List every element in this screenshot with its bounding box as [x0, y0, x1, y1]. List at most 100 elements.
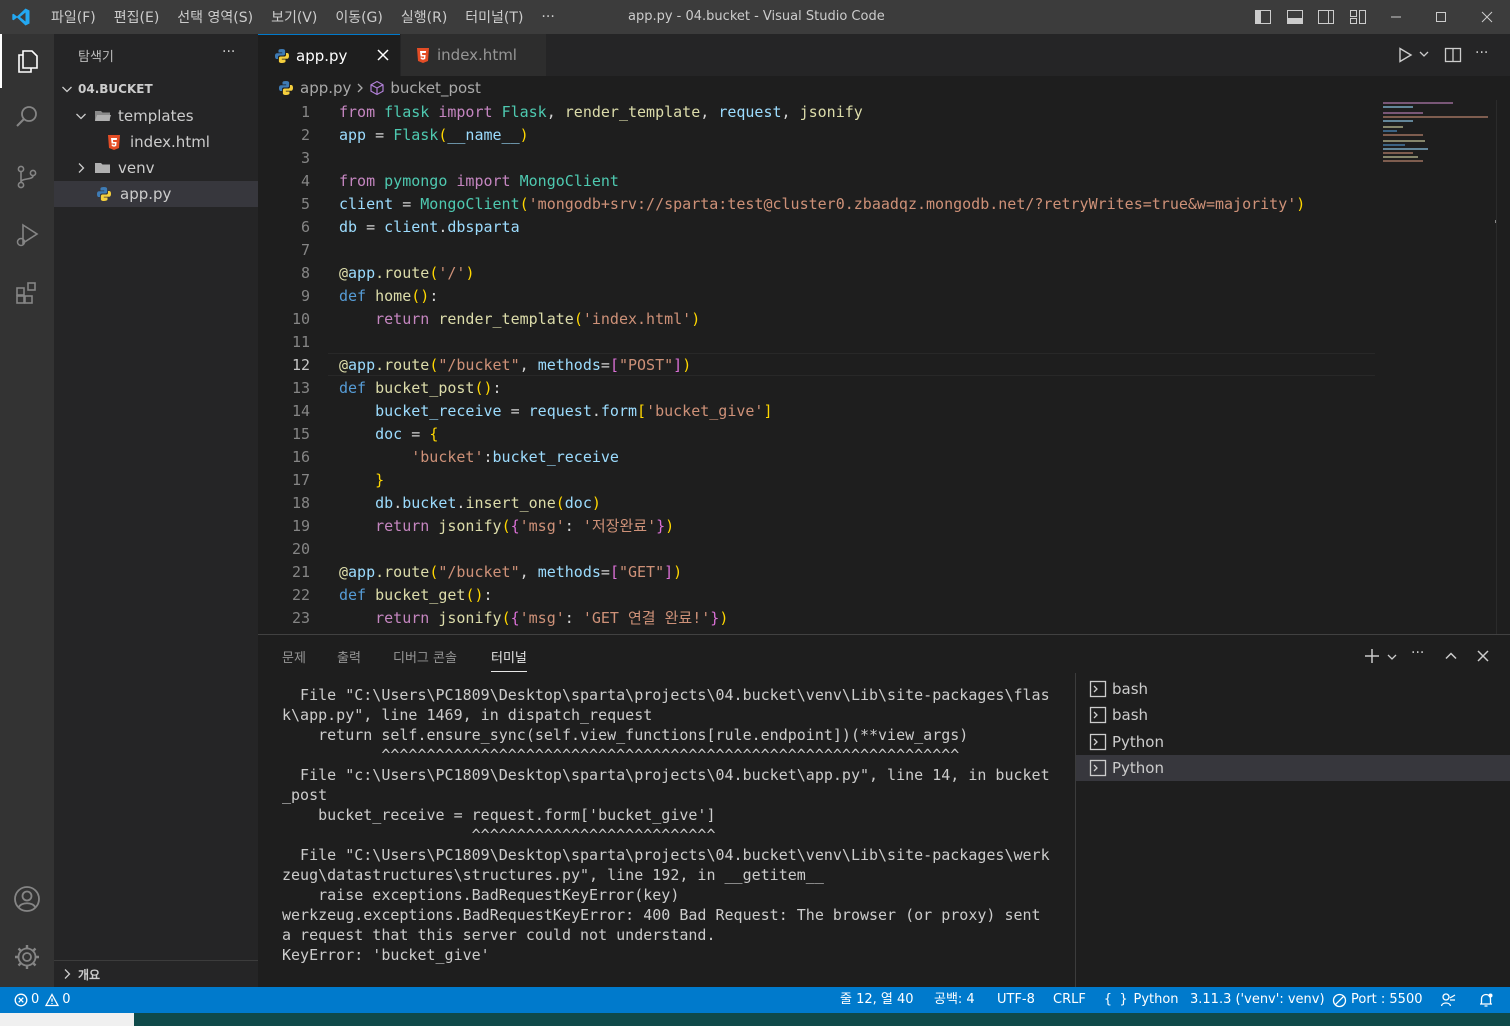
code-line: 12 @app.route("/bucket", methods=["POST"]…	[258, 354, 1498, 377]
accounts-icon[interactable]	[0, 872, 54, 926]
run-debug-icon[interactable]	[0, 208, 54, 262]
tree-item-label: templates	[118, 107, 194, 125]
terminal-tab-bash[interactable]: bash	[1076, 702, 1510, 728]
encoding[interactable]: UTF-8	[997, 987, 1035, 1013]
feedback-icon[interactable]	[1440, 987, 1456, 1013]
terminal-line: File "c:\Users\PC1809\Desktop\sparta\pro…	[282, 766, 1050, 784]
terminal-icon	[1089, 759, 1107, 777]
indentation[interactable]: 공백: 4	[934, 987, 975, 1013]
activity-bar	[0, 34, 54, 987]
tab-debug-console[interactable]: 디버그 콘솔	[393, 647, 457, 666]
split-editor-icon[interactable]	[1443, 45, 1463, 65]
code-line: 23 return jsonify({'msg': 'GET 연결 완료!'})	[258, 607, 1498, 630]
end-of-line[interactable]: CRLF	[1053, 987, 1086, 1013]
terminal-line: raise exceptions.BadRequestKeyError(key)	[282, 886, 680, 904]
close-window-icon[interactable]	[1477, 7, 1497, 27]
line-number: 22	[291, 586, 310, 604]
code-editor[interactable]: 1 from flask import Flask, render_templat…	[258, 100, 1498, 634]
line-number: 9	[300, 287, 310, 305]
tab-output[interactable]: 출력	[337, 647, 361, 666]
terminal-line: k\app.py", line 1469, in dispatch_reques…	[282, 706, 653, 724]
toggle-secondary-sidebar-icon[interactable]	[1316, 7, 1336, 27]
live-server-port[interactable]: Port : 5500	[1332, 987, 1423, 1013]
terminal-tab-bash[interactable]: bash	[1076, 676, 1510, 702]
tree-root-04bucket[interactable]: 04.BUCKET	[54, 76, 258, 102]
outline-label: 개요	[78, 967, 101, 982]
menu-view[interactable]: 보기(V)	[262, 7, 326, 27]
code-line: 21 @app.route("/bucket", methods=["GET"])	[258, 561, 1498, 584]
menu-go[interactable]: 이동(G)	[326, 7, 392, 27]
code-line: 4 from pymongo import MongoClient	[258, 170, 1498, 193]
breadcrumb-file[interactable]: app.py	[300, 79, 351, 97]
tree-item-templates[interactable]: templates	[54, 103, 258, 129]
terminal-line: _post	[282, 786, 328, 804]
code-line: 18 db.bucket.insert_one(doc)	[258, 492, 1498, 515]
toggle-sidebar-icon[interactable]	[1253, 7, 1273, 27]
toggle-panel-icon[interactable]	[1285, 7, 1305, 27]
tree-item-index-html[interactable]: index.html	[54, 129, 258, 155]
maximize-icon[interactable]	[1431, 7, 1451, 27]
menu-terminal[interactable]: 터미널(T)	[456, 7, 532, 27]
code-line: 17 }	[258, 469, 1498, 492]
cursor-position[interactable]: 줄 12, 열 40	[840, 987, 914, 1013]
minimap[interactable]	[1383, 102, 1491, 162]
code-line: 14 bucket_receive = request.form['bucket…	[258, 400, 1498, 423]
tab-index-html[interactable]: index.html	[401, 34, 546, 76]
status-bar: 0 0 줄 12, 열 40 공백: 4 UTF-8 CRLF { } Pyth…	[0, 987, 1510, 1013]
problems-status[interactable]: 0 0	[14, 987, 71, 1013]
code-line: 6 db = client.dbsparta	[258, 216, 1498, 239]
line-number: 12	[291, 356, 310, 374]
run-dropdown-chevron-icon[interactable]	[1418, 48, 1430, 60]
menu-more[interactable]: ···	[532, 9, 563, 25]
editor-tab-bar: app.py index.html ···	[258, 34, 1510, 76]
tree-item-venv[interactable]: venv	[54, 155, 258, 181]
os-taskbar-strip	[0, 1013, 1510, 1026]
settings-gear-icon[interactable]	[0, 930, 54, 984]
vscode-logo-icon	[0, 0, 42, 34]
explorer-icon[interactable]	[0, 34, 54, 88]
close-panel-icon[interactable]	[1476, 649, 1490, 663]
chevron-right-icon	[74, 161, 88, 175]
new-terminal-plus-icon[interactable]	[1364, 648, 1380, 664]
outline-section-header[interactable]: 개요	[54, 961, 258, 987]
extensions-icon[interactable]	[0, 266, 54, 320]
warning-count: 0	[62, 992, 71, 1007]
notifications-bell-icon[interactable]	[1478, 987, 1494, 1013]
editor-more-actions-button[interactable]: ···	[1475, 45, 1488, 61]
menu-selection[interactable]: 선택 영역(S)	[168, 7, 262, 27]
close-tab-icon[interactable]	[376, 48, 390, 62]
python-interpreter[interactable]: 3.11.3 ('venv': venv)	[1190, 987, 1325, 1013]
tab-label: app.py	[296, 46, 348, 65]
sidebar-more-button[interactable]: ···	[222, 44, 235, 60]
terminal-tab-python[interactable]: Python	[1076, 729, 1510, 755]
sidebar-title: 탐색기	[78, 50, 114, 65]
breadcrumb-symbol[interactable]: bucket_post	[390, 79, 480, 97]
menu-run[interactable]: 실행(R)	[392, 7, 456, 27]
search-icon[interactable]	[0, 90, 54, 144]
panel-more-actions-button[interactable]: ···	[1411, 645, 1424, 661]
maximize-panel-chevron-up-icon[interactable]	[1444, 649, 1458, 663]
warning-icon	[45, 993, 60, 1007]
language-mode[interactable]: { } Python	[1104, 987, 1179, 1013]
source-control-icon[interactable]	[0, 150, 54, 204]
explorer-sidebar: 탐색기 ··· 04.BUCKET templates index.html v…	[54, 34, 258, 987]
tab-problems[interactable]: 문제	[282, 647, 306, 666]
customize-layout-icon[interactable]	[1348, 7, 1368, 27]
terminal-icon	[1089, 706, 1107, 724]
terminal-dropdown-chevron-icon[interactable]	[1386, 651, 1398, 663]
tab-app-py[interactable]: app.py	[258, 34, 400, 76]
terminal-line: werkzeug.exceptions.BadRequestKeyError: …	[282, 906, 1041, 924]
run-python-file-icon[interactable]	[1396, 46, 1414, 64]
tree-item-app-py[interactable]: app.py	[54, 181, 258, 207]
no-entry-icon	[1332, 993, 1347, 1008]
tab-terminal[interactable]: 터미널	[491, 647, 527, 672]
minimize-icon[interactable]	[1386, 7, 1406, 27]
terminal-tab-python-selected[interactable]: Python	[1076, 755, 1510, 781]
menu-file[interactable]: 파일(F)	[42, 7, 105, 27]
line-number: 5	[300, 195, 310, 213]
editor-vertical-scrollbar[interactable]	[1496, 100, 1510, 634]
terminal-line: return self.ensure_sync(self.view_functi…	[282, 726, 969, 744]
terminal-output[interactable]: File "C:\Users\PC1809\Desktop\sparta\pro…	[282, 685, 1072, 965]
terminal-line: ^^^^^^^^^^^^^^^^^^^^^^^^^^^	[282, 826, 716, 844]
menu-edit[interactable]: 편집(E)	[105, 7, 169, 27]
